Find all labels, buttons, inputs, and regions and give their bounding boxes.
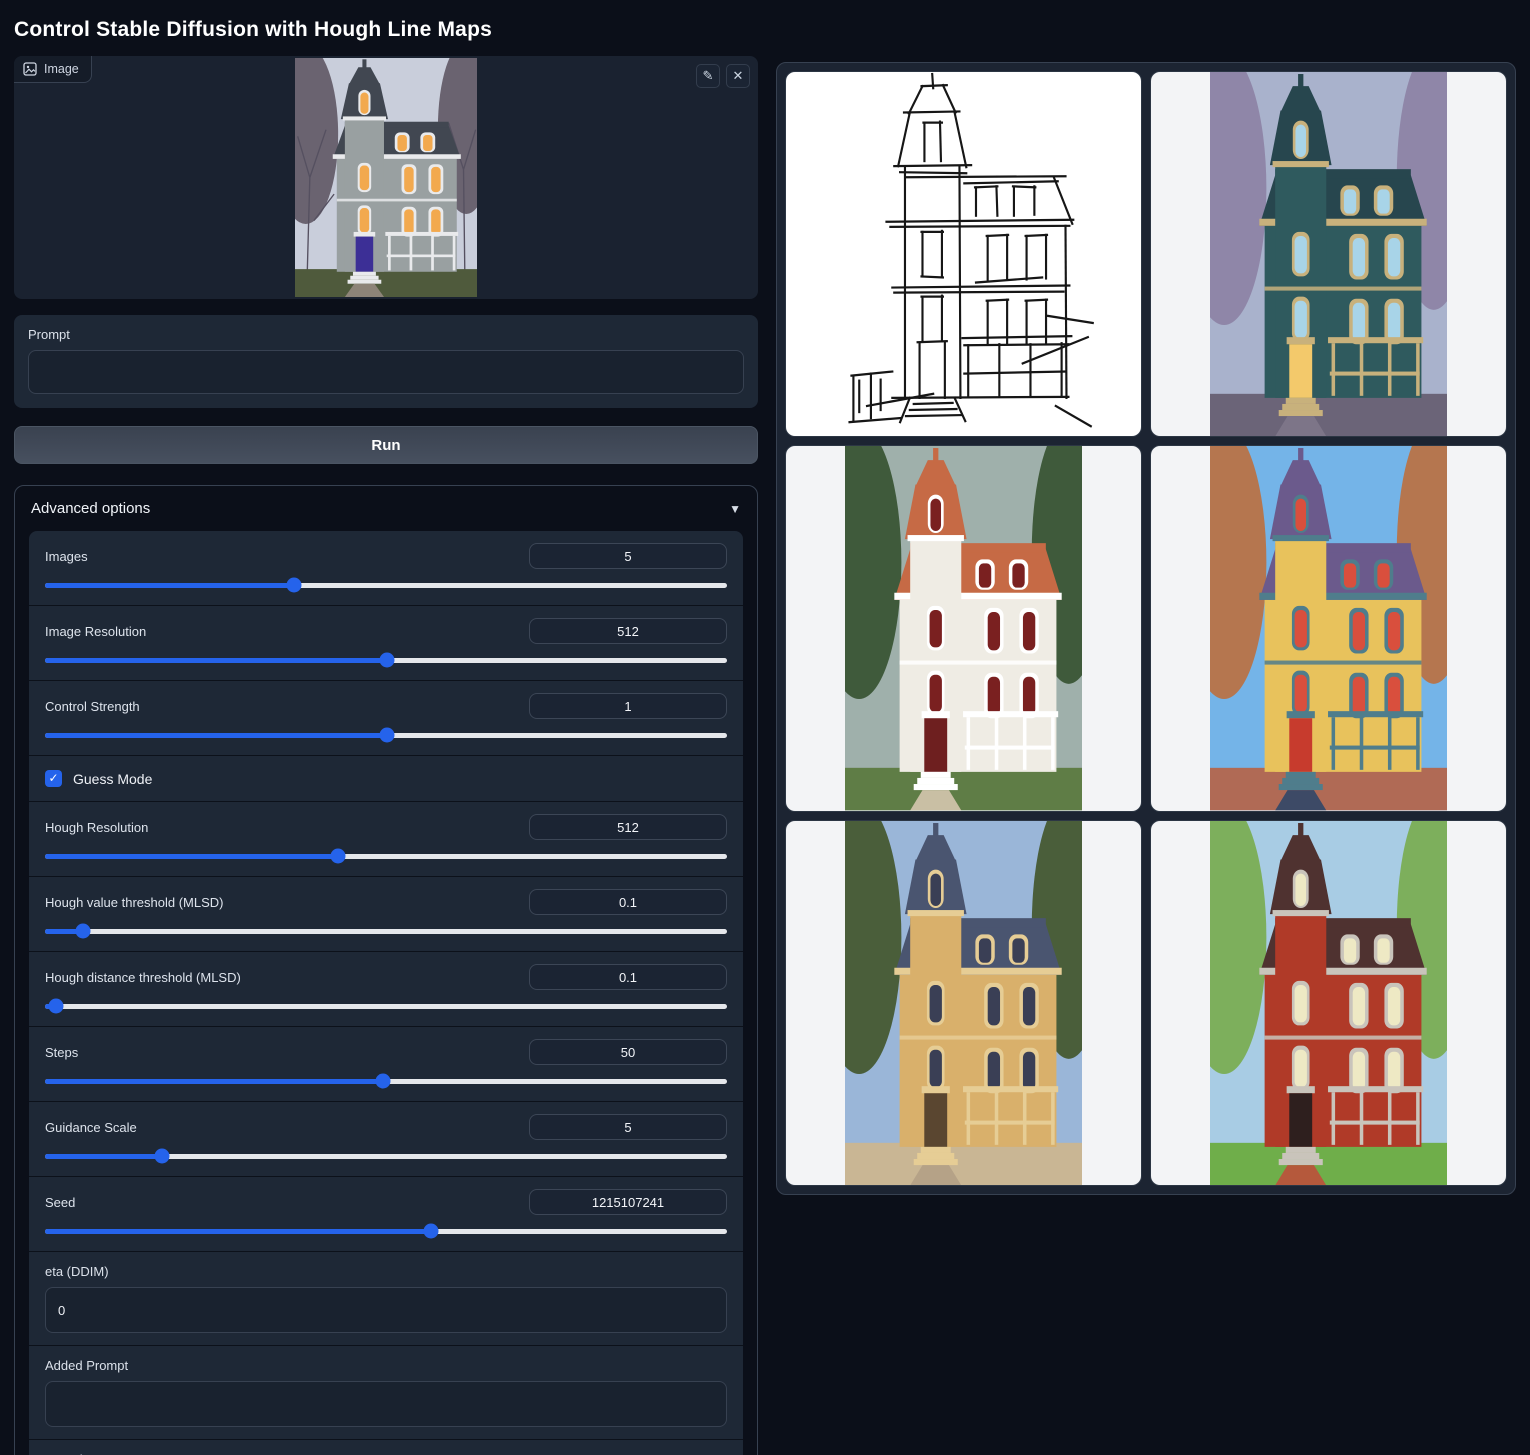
- guess-mode-label: Guess Mode: [73, 771, 152, 787]
- image-label-chip: Image: [14, 56, 92, 83]
- gallery-item-hough-map[interactable]: [785, 71, 1142, 437]
- results-column: [776, 62, 1516, 1455]
- clear-image-button[interactable]: ✕: [726, 64, 750, 88]
- generated-image: [845, 821, 1083, 1185]
- results-gallery: [776, 62, 1516, 1195]
- slider-label: Steps: [45, 1045, 78, 1060]
- close-icon: ✕: [733, 68, 744, 83]
- guess-mode-checkbox[interactable]: ✓: [45, 770, 62, 787]
- added-prompt-label: Added Prompt: [45, 1358, 727, 1373]
- chevron-down-icon: ▼: [729, 502, 741, 516]
- prompt-input[interactable]: [28, 350, 744, 394]
- steps-value-input[interactable]: [529, 1039, 727, 1065]
- slider-handle[interactable]: [376, 1074, 391, 1089]
- hough-value-threshold-slider[interactable]: [45, 923, 727, 939]
- eta-row: eta (DDIM): [29, 1251, 743, 1345]
- prompt-label: Prompt: [28, 327, 744, 342]
- slider-row-steps: Steps: [29, 1026, 743, 1101]
- eta-label: eta (DDIM): [45, 1264, 727, 1279]
- slider-handle[interactable]: [380, 653, 395, 668]
- slider-handle[interactable]: [380, 728, 395, 743]
- slider-handle[interactable]: [75, 924, 90, 939]
- check-icon: ✓: [48, 771, 58, 785]
- slider-label: Guidance Scale: [45, 1120, 137, 1135]
- slider-handle[interactable]: [424, 1224, 439, 1239]
- advanced-options-group: Images Image Resolution: [29, 531, 743, 1455]
- generated-image: [1210, 446, 1448, 810]
- slider-label: Seed: [45, 1195, 75, 1210]
- hough-line-map-image: [832, 72, 1095, 436]
- slider-label: Image Resolution: [45, 624, 146, 639]
- image-label: Image: [44, 62, 79, 76]
- slider-label: Hough Resolution: [45, 820, 148, 835]
- added-prompt-row: Added Prompt: [29, 1345, 743, 1439]
- steps-slider[interactable]: [45, 1073, 727, 1089]
- advanced-options-title: Advanced options: [31, 500, 150, 517]
- slider-handle[interactable]: [286, 578, 301, 593]
- generated-image: [1210, 821, 1448, 1185]
- advanced-options-header[interactable]: Advanced options ▼: [29, 486, 743, 531]
- run-button[interactable]: Run: [14, 426, 758, 464]
- image-resolution-slider[interactable]: [45, 652, 727, 668]
- input-image-photo[interactable]: [295, 58, 477, 297]
- slider-row-control-strength: Control Strength: [29, 680, 743, 755]
- slider-label: Control Strength: [45, 699, 140, 714]
- slider-handle[interactable]: [331, 849, 346, 864]
- images-slider[interactable]: [45, 577, 727, 593]
- slider-row-hough-value-threshold: Hough value threshold (MLSD): [29, 876, 743, 951]
- seed-value-input[interactable]: [529, 1189, 727, 1215]
- slider-row-hough-resolution: Hough Resolution: [29, 801, 743, 876]
- page: Control Stable Diffusion with Hough Line…: [0, 0, 1530, 1455]
- pencil-icon: ✎: [703, 68, 714, 83]
- added-prompt-input[interactable]: [45, 1381, 727, 1427]
- gallery-item-result-2[interactable]: [785, 445, 1142, 811]
- seed-slider[interactable]: [45, 1223, 727, 1239]
- hough-resolution-slider[interactable]: [45, 848, 727, 864]
- slider-row-guidance-scale: Guidance Scale: [29, 1101, 743, 1176]
- control-strength-slider[interactable]: [45, 727, 727, 743]
- prompt-block: Prompt: [14, 315, 758, 408]
- hough-resolution-value-input[interactable]: [529, 814, 727, 840]
- slider-label: Hough distance threshold (MLSD): [45, 970, 241, 985]
- input-image-panel: Image ✎ ✕: [14, 56, 758, 299]
- guidance-scale-value-input[interactable]: [529, 1114, 727, 1140]
- controls-column: Control Stable Diffusion with Hough Line…: [14, 14, 758, 1455]
- page-title: Control Stable Diffusion with Hough Line…: [14, 18, 758, 42]
- gallery-item-result-4[interactable]: [785, 820, 1142, 1186]
- gallery-item-result-1[interactable]: [1150, 71, 1507, 437]
- edit-image-button[interactable]: ✎: [696, 64, 720, 88]
- control-strength-value-input[interactable]: [529, 693, 727, 719]
- negative-prompt-row: Negative Prompt: [29, 1439, 743, 1455]
- slider-row-image-resolution: Image Resolution: [29, 605, 743, 680]
- slider-row-seed: Seed: [29, 1176, 743, 1251]
- hough-distance-threshold-input[interactable]: [529, 964, 727, 990]
- hough-value-threshold-input[interactable]: [529, 889, 727, 915]
- gallery-item-result-3[interactable]: [1150, 445, 1507, 811]
- image-icon: [23, 62, 37, 76]
- hough-distance-threshold-slider[interactable]: [45, 998, 727, 1014]
- eta-input[interactable]: [45, 1287, 727, 1333]
- image-actions: ✎ ✕: [696, 64, 750, 88]
- images-value-input[interactable]: [529, 543, 727, 569]
- image-resolution-value-input[interactable]: [529, 618, 727, 644]
- advanced-options-accordion: Advanced options ▼ Images: [14, 485, 758, 1455]
- guess-mode-row: ✓ Guess Mode: [29, 755, 743, 801]
- generated-image: [845, 446, 1083, 810]
- gallery-item-result-5[interactable]: [1150, 820, 1507, 1186]
- slider-label: Images: [45, 549, 88, 564]
- guidance-scale-slider[interactable]: [45, 1148, 727, 1164]
- slider-row-images: Images: [29, 531, 743, 605]
- generated-image: [1210, 72, 1448, 436]
- slider-handle[interactable]: [155, 1149, 170, 1164]
- slider-row-hough-distance-threshold: Hough distance threshold (MLSD): [29, 951, 743, 1026]
- slider-handle[interactable]: [48, 999, 63, 1014]
- slider-label: Hough value threshold (MLSD): [45, 895, 223, 910]
